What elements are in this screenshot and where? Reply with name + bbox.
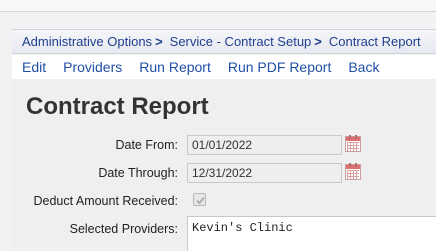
run-report-link[interactable]: Run Report [139,59,211,75]
date-through-label: Date Through: [98,166,178,180]
date-from-label: Date From: [115,138,178,152]
breadcrumb: Administrative Options > Service - Contr… [12,29,436,54]
providers-link[interactable]: Providers [63,59,122,75]
breadcrumb-item-contract-report[interactable]: Contract Report [329,34,421,49]
page-title: Contract Report [26,93,209,120]
breadcrumb-separator: > [314,34,322,49]
checkmark-icon [196,196,205,205]
date-from-field[interactable]: 01/01/2022 [187,135,342,155]
calendar-icon[interactable] [345,135,361,152]
top-strip [0,0,436,12]
breadcrumb-item-service-contract-setup[interactable]: Service - Contract Setup [170,34,312,49]
selected-providers-label: Selected Providers: [69,222,178,236]
deduct-amount-received-checkbox[interactable] [193,193,206,206]
run-pdf-report-link[interactable]: Run PDF Report [228,59,331,75]
back-link[interactable]: Back [348,59,379,75]
date-through-field[interactable]: 12/31/2022 [187,163,342,183]
edit-link[interactable]: Edit [22,59,46,75]
action-menu: Edit Providers Run Report Run PDF Report… [12,55,436,79]
breadcrumb-separator: > [155,34,163,49]
calendar-icon[interactable] [345,163,361,180]
selected-providers-field[interactable]: Kevin's Clinic [187,216,436,251]
breadcrumb-item-administrative-options[interactable]: Administrative Options [22,34,152,49]
deduct-amount-received-label: Deduct Amount Received: [33,194,178,208]
